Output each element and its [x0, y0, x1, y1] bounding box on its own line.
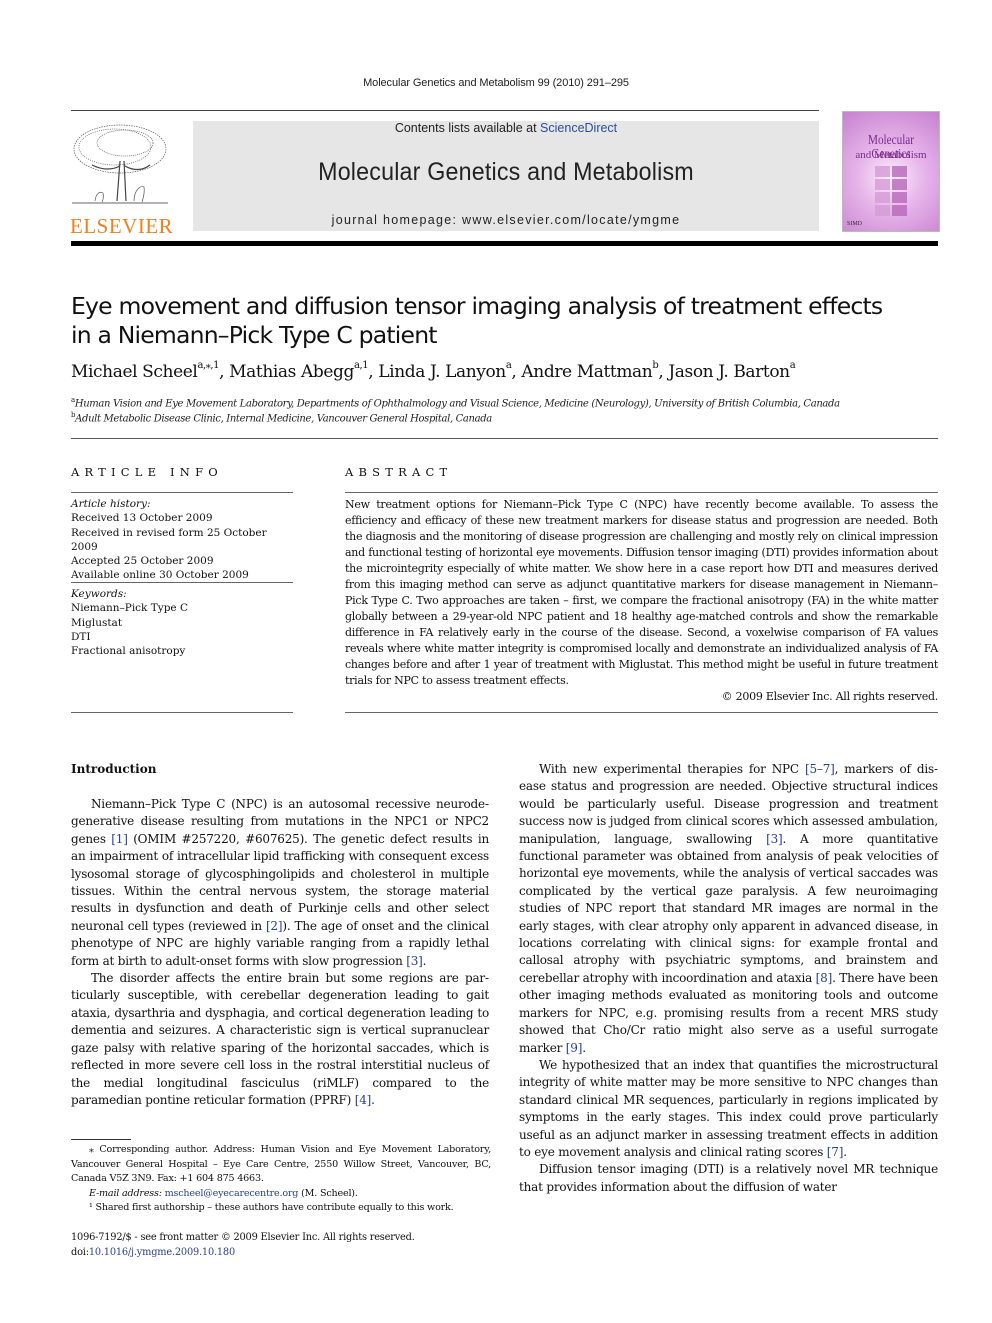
journal-banner: Contents lists available at ScienceDirec…: [193, 121, 819, 231]
history-revised: Received in revised form 25 October 2009: [71, 526, 267, 553]
author[interactable]: Linda J. Lanyona: [378, 360, 511, 382]
article-history: Article history: Received 13 October 200…: [71, 497, 293, 583]
article-info-bottom-rule: [71, 712, 293, 713]
issn-doi: 1096-7192/$ - see front matter © 2009 El…: [71, 1230, 415, 1260]
email-link[interactable]: mscheel@eyecarecentre.org: [165, 1188, 299, 1199]
masthead-rule: [71, 241, 938, 246]
keyword: DTI: [71, 630, 91, 643]
history-online: Available online 30 October 2009: [71, 569, 249, 582]
running-head: Molecular Genetics and Metabolism 99 (20…: [363, 77, 629, 89]
article-info-heading: ARTICLE INFO: [71, 465, 223, 479]
doi-link[interactable]: 10.1016/j.ymgme.2009.10.180: [89, 1247, 235, 1258]
elsevier-wordmark: ELSEVIER: [70, 214, 174, 238]
section-heading-introduction: Introduction: [71, 762, 157, 776]
cover-society: SIMD: [847, 221, 863, 227]
citation-link[interactable]: [5–7]: [805, 762, 835, 776]
affiliation-rule: [71, 438, 938, 439]
article-history-label: Article history:: [71, 498, 151, 510]
author[interactable]: Michael Scheela,⁎,1: [71, 360, 220, 382]
sciencedirect-link[interactable]: ScienceDirect: [540, 121, 617, 135]
citation-link[interactable]: [1]: [111, 832, 128, 846]
contents-line: Contents lists available at ScienceDirec…: [193, 121, 819, 135]
paragraph: Niemann–Pick Type C (NPC) is an autosoma…: [71, 797, 489, 968]
header-rule: [71, 110, 819, 111]
keywords-rule: [71, 582, 293, 583]
abstract-heading: ABSTRACT: [345, 465, 453, 479]
keyword: Niemann–Pick Type C: [71, 602, 188, 615]
author-list: Michael Scheela,⁎,1, Mathias Abegga,1, L…: [71, 360, 796, 382]
citation-link[interactable]: [9]: [566, 1041, 583, 1055]
paragraph: The disorder affects the entire brain bu…: [71, 971, 489, 1107]
author[interactable]: Mathias Abegga,1: [229, 360, 369, 382]
footnote-shared-authorship: ¹ Shared first authorship – these author…: [89, 1202, 454, 1213]
affiliation-b: bAdult Metabolic Disease Clinic, Interna…: [71, 411, 492, 425]
footnote-corresponding: ⁎ Corresponding author. Address: Human V…: [71, 1144, 491, 1184]
author[interactable]: Jason J. Bartona: [668, 360, 795, 382]
citation-link[interactable]: [7]: [827, 1145, 844, 1159]
cover-subtitle: and Metabolism: [855, 149, 927, 161]
affiliation-a: aHuman Vision and Eye Movement Laborator…: [71, 396, 840, 410]
abstract-copyright: © 2009 Elsevier Inc. All rights reserved…: [721, 690, 939, 703]
journal-cover-image[interactable]: Molecular Genetics and Metabolism SIMD: [842, 111, 940, 232]
paragraph: With new experimental therapies for NPC …: [519, 762, 938, 1055]
history-received: Received 13 October 2009: [71, 512, 213, 525]
email-label: E-mail address:: [89, 1187, 165, 1199]
author[interactable]: Andre Mattmanb: [521, 360, 658, 382]
abstract-body: New treatment options for Niemann–Pick T…: [345, 497, 938, 705]
journal-homepage[interactable]: journal homepage: www.elsevier.com/locat…: [193, 213, 819, 227]
elsevier-tree-icon: [72, 124, 168, 204]
keyword: Fractional anisotropy: [71, 645, 186, 658]
abstract-bottom-rule: [345, 712, 938, 713]
elsevier-logo[interactable]: ELSEVIER: [70, 121, 173, 238]
body-left-column: Niemann–Pick Type C (NPC) is an autosoma…: [71, 796, 489, 1109]
keyword: Miglustat: [71, 616, 123, 629]
journal-title: Molecular Genetics and Metabolism: [318, 158, 694, 186]
issn-line: 1096-7192/$ - see front matter © 2009 El…: [71, 1232, 415, 1243]
title-line-2: in a Niemann–Pick Type C patient: [71, 321, 438, 349]
doi-line: doi:10.1016/j.ymgme.2009.10.180: [71, 1247, 236, 1258]
paragraph: We hypothesized that an index that quant…: [519, 1057, 938, 1159]
article-info-rule: [71, 492, 293, 493]
citation-link[interactable]: [3]: [406, 954, 423, 968]
body-right-column: With new experimental therapies for NPC …: [519, 761, 938, 1196]
citation-link[interactable]: [3]: [766, 832, 783, 846]
citation-link[interactable]: [8]: [816, 971, 833, 985]
footnote-rule: [71, 1139, 131, 1140]
history-accepted: Accepted 25 October 2009: [71, 555, 214, 568]
cover-image-grid: [875, 166, 907, 216]
paragraph: Diffusion tensor imaging (DTI) is a rela…: [519, 1162, 938, 1194]
abstract-text: New treatment options for Niemann–Pick T…: [345, 498, 938, 687]
contents-prefix: Contents lists available at: [394, 121, 541, 135]
keywords-label: Keywords:: [71, 588, 127, 600]
citation-link[interactable]: [2]: [266, 919, 283, 933]
abstract-rule: [345, 492, 938, 493]
citation-link[interactable]: [4]: [355, 1093, 372, 1107]
article-title: Eye movement and diffusion tensor imagin…: [71, 292, 931, 350]
keywords: Keywords: Niemann–Pick Type C Miglustat …: [71, 587, 293, 658]
title-line-1: Eye movement and diffusion tensor imagin…: [71, 292, 883, 320]
footnote-email: E-mail address: mscheel@eyecarecentre.or…: [89, 1187, 358, 1199]
footnotes: ⁎ Corresponding author. Address: Human V…: [71, 1143, 491, 1216]
